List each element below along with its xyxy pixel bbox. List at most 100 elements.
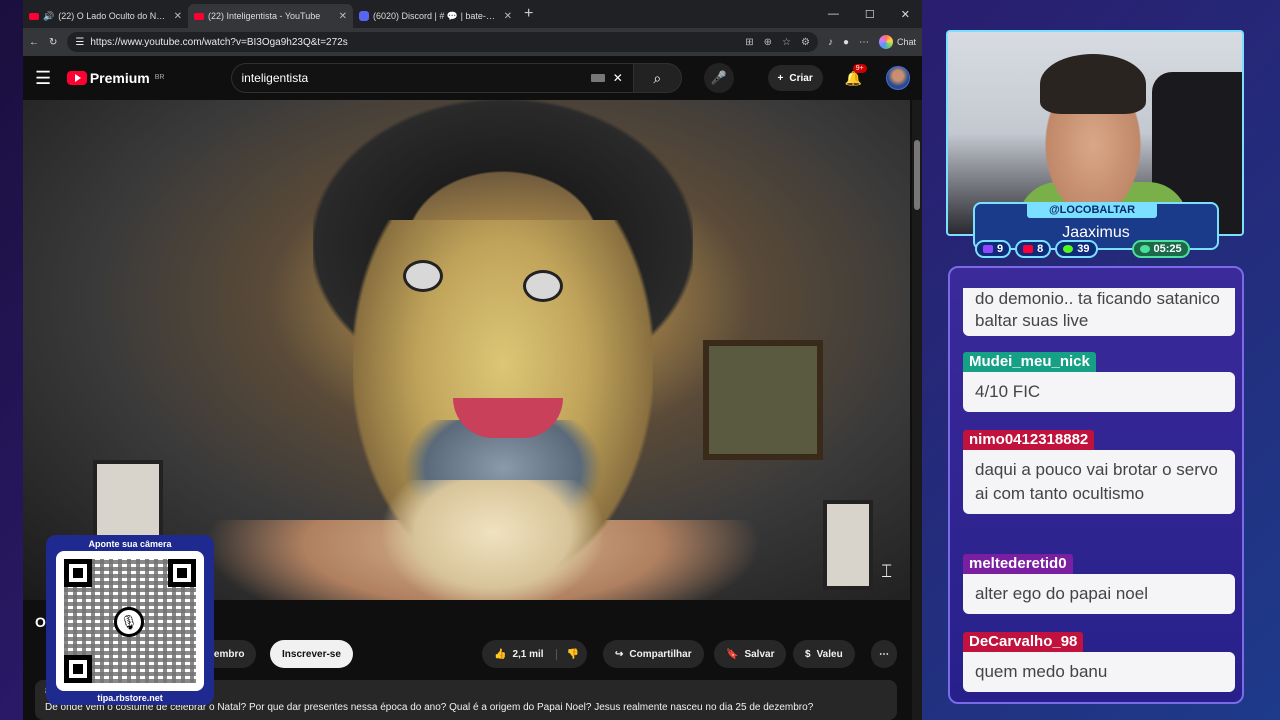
plus-icon: + bbox=[777, 72, 784, 84]
new-tab-icon[interactable]: + bbox=[524, 5, 533, 23]
kick-viewers: 39 bbox=[1055, 240, 1098, 258]
video-title: O bbox=[35, 614, 46, 630]
scrollbar-thumb[interactable] bbox=[914, 140, 920, 210]
stat-value: 05:25 bbox=[1153, 243, 1182, 255]
keyboard-icon[interactable] bbox=[590, 74, 605, 82]
thumbs-down-icon[interactable]: 👎 bbox=[555, 648, 579, 660]
youtube-viewers: 8 bbox=[1015, 240, 1052, 258]
extensions-icon[interactable]: ⚙ bbox=[801, 37, 810, 48]
picture-frame bbox=[823, 500, 873, 590]
cursor-icon: ⌶ bbox=[881, 561, 892, 581]
share-label: Compartilhar bbox=[629, 648, 692, 660]
qr-finder bbox=[64, 655, 92, 683]
kick-icon bbox=[1063, 245, 1074, 253]
twitch-viewers: 9 bbox=[975, 240, 1012, 258]
copilot-icon bbox=[878, 35, 893, 49]
url-field[interactable]: ☰ https://www.youtube.com/watch?v=BI3Oga… bbox=[67, 32, 818, 52]
close-window-icon[interactable]: ✕ bbox=[901, 8, 910, 21]
tab-inteligentista[interactable]: (22) Inteligentista - YouTube ✕ bbox=[188, 4, 353, 28]
chat-message-text: do demonio.. ta ficando satanico baltar … bbox=[963, 288, 1235, 336]
like-button[interactable]: 👍 2,1 mil 👎 bbox=[482, 640, 588, 668]
qr-url: tipa.rbstore.net bbox=[97, 693, 163, 703]
voice-search-button[interactable]: 🎤 bbox=[703, 63, 734, 93]
maximize-icon[interactable]: ☐ bbox=[865, 8, 875, 21]
share-button[interactable]: ↪ Compartilhar bbox=[603, 640, 704, 668]
qr-overlay: Aponte sua câmera 🎙 tipa.rbstore.net bbox=[46, 535, 214, 705]
chat-message-text: daqui a pouco vai brotar o servo ai com … bbox=[963, 450, 1235, 514]
picture-frame bbox=[703, 340, 823, 460]
qr-title: Aponte sua câmera bbox=[88, 539, 172, 549]
chat-message-text: quem medo banu bbox=[963, 652, 1235, 692]
favorite-star-icon[interactable]: ☆ bbox=[782, 37, 791, 48]
stat-value: 8 bbox=[1037, 243, 1044, 255]
statue-eye bbox=[403, 260, 443, 292]
thumbs-up-icon: 👍 bbox=[494, 648, 507, 660]
notification-badge: 9+ bbox=[852, 63, 867, 73]
minimize-icon[interactable]: — bbox=[828, 8, 839, 21]
thanks-button[interactable]: $ Valeu bbox=[793, 640, 855, 668]
chat-message: nimo0412318882 daqui a pouco vai brotar … bbox=[963, 430, 1235, 514]
tab-title: (22) Inteligentista - YouTube bbox=[208, 11, 321, 21]
chat-message: Mudei_meu_nick 4/10 FIC bbox=[963, 352, 1235, 412]
collections-icon[interactable]: ♪ bbox=[828, 37, 833, 48]
notifications-button[interactable]: 🔔 9+ bbox=[845, 63, 867, 87]
profile-icon[interactable]: ● bbox=[843, 37, 849, 48]
chat-label: Chat bbox=[896, 37, 916, 47]
chat-username: meltederetid0 bbox=[963, 554, 1073, 574]
youtube-favicon-icon bbox=[29, 12, 39, 20]
more-actions-button[interactable]: ⋯ bbox=[871, 640, 897, 668]
stream-stats: 9 8 39 05:25 bbox=[975, 240, 1190, 258]
statue-eye bbox=[523, 270, 563, 302]
site-info-icon[interactable]: ☰ bbox=[75, 37, 84, 48]
more-menu-icon[interactable]: ⋯ bbox=[859, 37, 869, 48]
video-player[interactable]: ⌶ bbox=[23, 100, 910, 600]
streamer-hair bbox=[1040, 54, 1146, 114]
qr-finder bbox=[64, 559, 92, 587]
address-bar: ← ↻ ☰ https://www.youtube.com/watch?v=BI… bbox=[23, 28, 922, 56]
clear-search-icon[interactable]: ✕ bbox=[613, 71, 623, 85]
subscribe-button[interactable]: Inscrever-se bbox=[270, 640, 353, 668]
create-button[interactable]: + Criar bbox=[767, 65, 823, 91]
youtube-play-icon bbox=[66, 71, 87, 85]
tab-title: (6020) Discord | # 💬 | bate-papo bbox=[373, 10, 500, 21]
chat-message: meltederetid0 alter ego do papai noel bbox=[963, 554, 1235, 614]
chat-username: nimo0412318882 bbox=[963, 430, 1095, 450]
tab-close-icon[interactable]: ✕ bbox=[339, 11, 347, 22]
chat-username: DeCarvalho_98 bbox=[963, 632, 1084, 652]
search-value: inteligentista bbox=[241, 71, 309, 85]
logo-text: Premium bbox=[89, 70, 150, 86]
chat-message: DeCarvalho_98 quem medo banu bbox=[963, 632, 1235, 692]
zoom-icon[interactable]: ⊕ bbox=[764, 37, 772, 48]
reload-icon[interactable]: ↻ bbox=[49, 37, 57, 48]
streamer-handle: @LOCOBALTAR bbox=[1027, 202, 1157, 218]
tab-close-icon[interactable]: ✕ bbox=[504, 11, 512, 22]
tab-discord[interactable]: (6020) Discord | # 💬 | bate-papo ✕ bbox=[353, 4, 518, 28]
page-scrollbar[interactable] bbox=[912, 100, 922, 720]
like-count: 2,1 mil bbox=[512, 648, 544, 660]
tab-lado-oculto[interactable]: 🔊 (22) O Lado Oculto do Natal ✕ bbox=[23, 4, 188, 28]
stream-chat: do demonio.. ta ficando satanico baltar … bbox=[948, 266, 1244, 704]
back-icon[interactable]: ← bbox=[29, 37, 39, 48]
save-button[interactable]: 🔖 Salvar bbox=[714, 640, 787, 668]
copilot-chat-button[interactable]: Chat bbox=[878, 35, 916, 49]
logo-region: BR bbox=[154, 74, 165, 81]
speaker-icon: 🔊 bbox=[43, 10, 55, 21]
tab-close-icon[interactable]: ✕ bbox=[174, 11, 182, 22]
apps-icon[interactable]: ⊞ bbox=[745, 37, 753, 48]
stat-value: 9 bbox=[997, 243, 1004, 255]
youtube-icon bbox=[1023, 245, 1034, 253]
youtube-logo[interactable]: Premium BR bbox=[66, 70, 165, 86]
thanks-label: Valeu bbox=[816, 648, 843, 660]
microphone-icon: 🎙 bbox=[114, 607, 144, 637]
menu-icon[interactable]: ☰ bbox=[35, 68, 55, 89]
search-input[interactable]: inteligentista ✕ bbox=[230, 63, 634, 93]
more-icon: ⋯ bbox=[879, 648, 889, 660]
share-icon: ↪ bbox=[615, 648, 624, 660]
chat-message: do demonio.. ta ficando satanico baltar … bbox=[963, 288, 1235, 336]
avatar[interactable] bbox=[886, 66, 911, 90]
youtube-favicon-icon bbox=[194, 12, 204, 20]
stat-value: 39 bbox=[1077, 243, 1090, 255]
statue-hand bbox=[383, 480, 603, 600]
thanks-icon: $ bbox=[805, 648, 811, 660]
search-button[interactable]: ⌕ bbox=[633, 63, 682, 93]
